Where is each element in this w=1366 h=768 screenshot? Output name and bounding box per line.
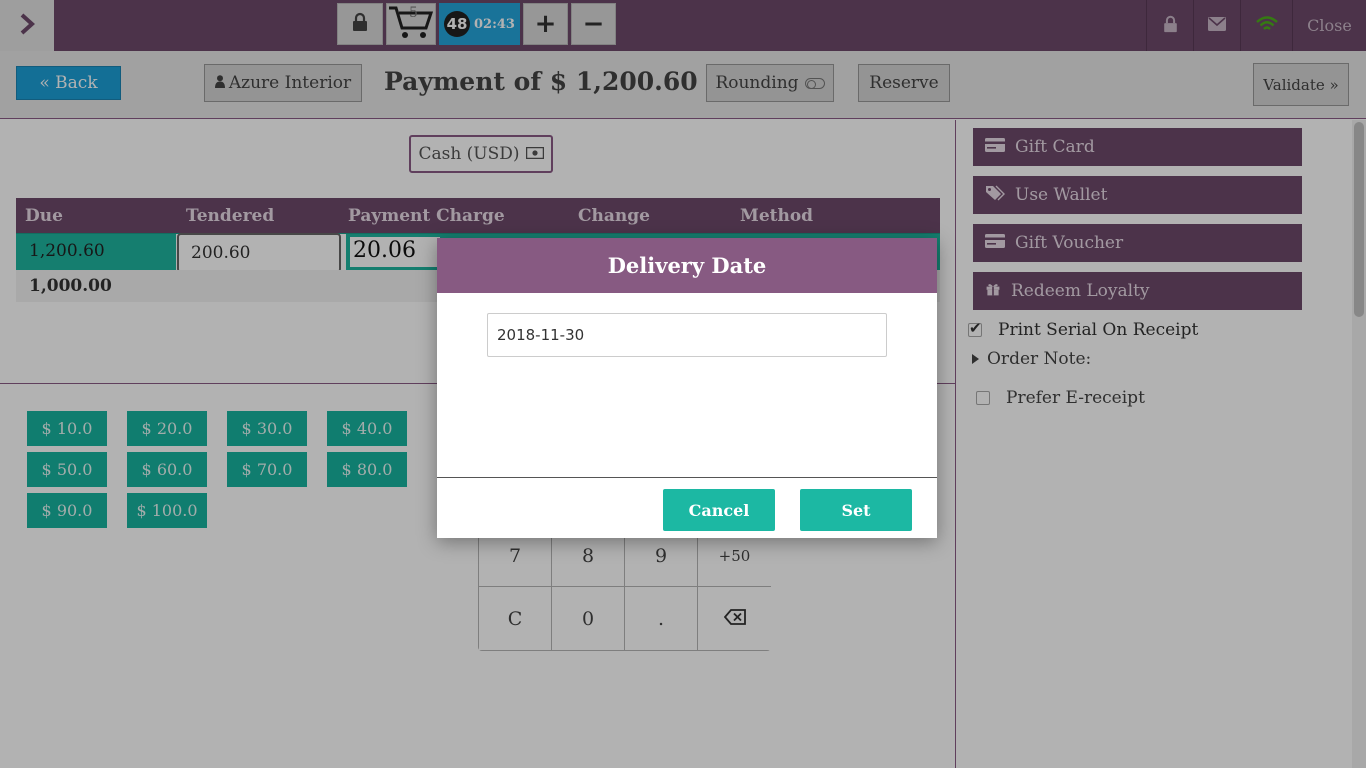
delivery-date-dialog: Delivery Date Cancel Set xyxy=(437,238,937,538)
delivery-date-input[interactable] xyxy=(487,313,887,357)
set-button[interactable]: Set xyxy=(800,489,912,531)
dialog-title: Delivery Date xyxy=(437,238,937,293)
cancel-button[interactable]: Cancel xyxy=(663,489,775,531)
dialog-footer: Cancel Set xyxy=(437,477,937,538)
